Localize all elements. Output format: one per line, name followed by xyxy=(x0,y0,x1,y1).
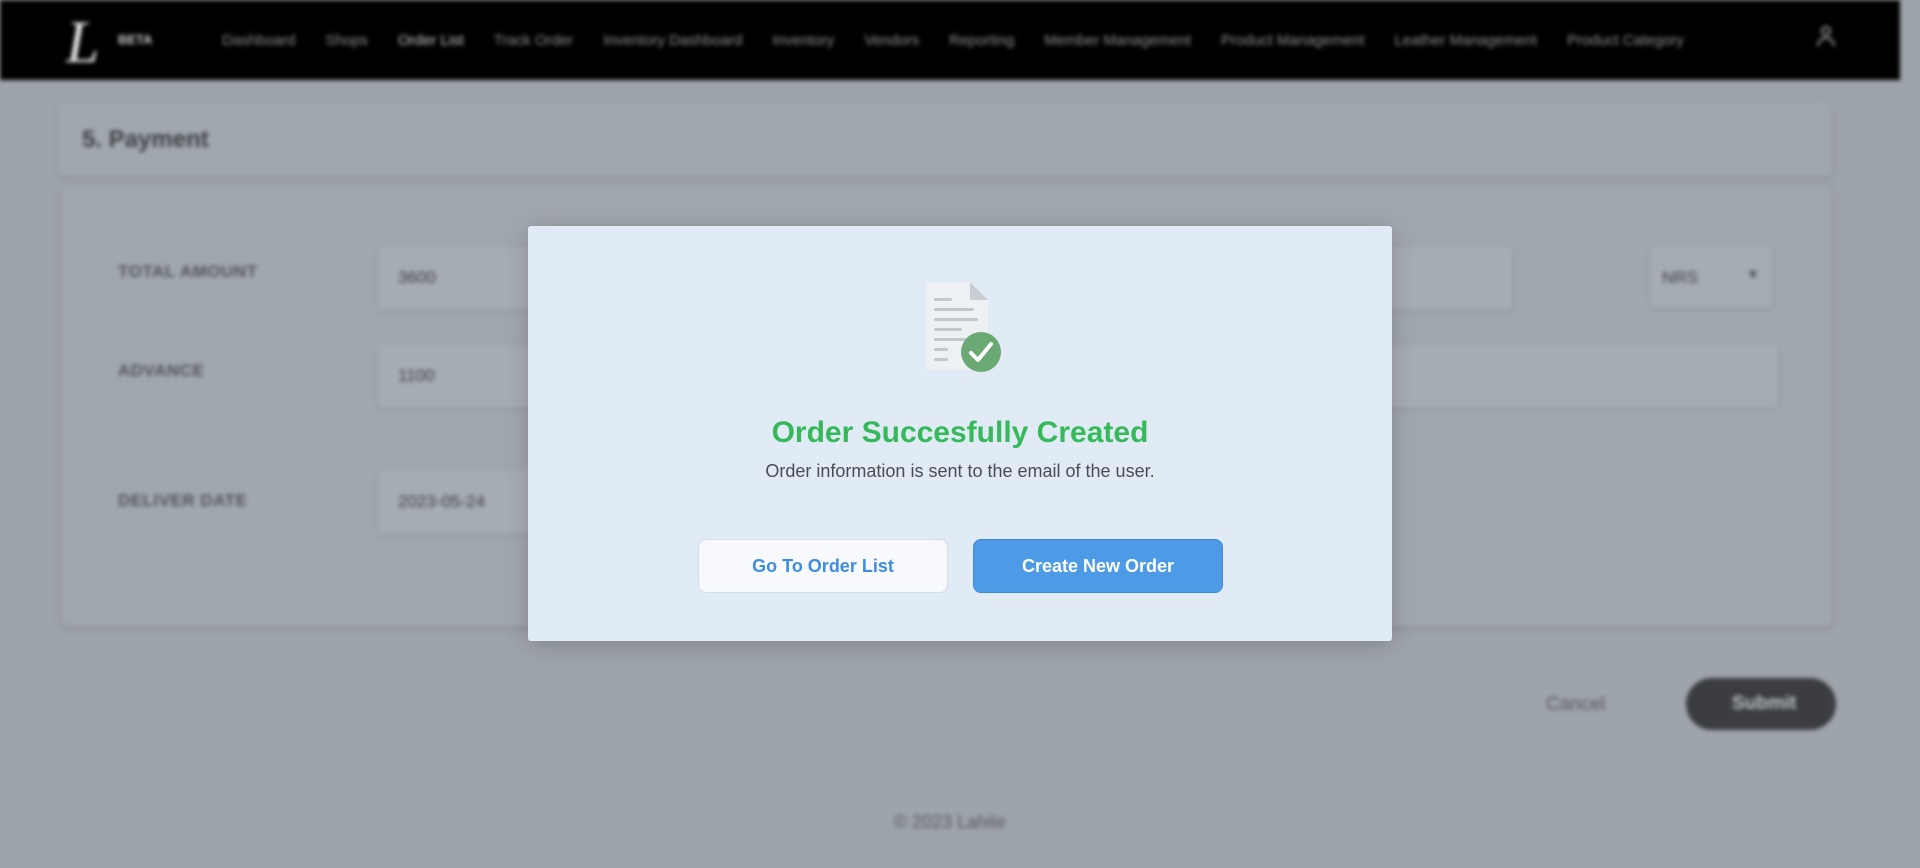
top-navbar: L BETA Dashboard Shops Order List Track … xyxy=(0,0,1900,80)
footer-copyright: © 2023 Lahite xyxy=(893,812,1007,832)
nav-item-reporting[interactable]: Reporting xyxy=(949,32,1014,49)
submit-label: Submit xyxy=(1732,693,1797,714)
modal-title: Order Succesfully Created xyxy=(771,416,1149,449)
nav-item-product-category[interactable]: Product Category xyxy=(1567,32,1684,49)
currency-select[interactable]: NRS ▼ xyxy=(1650,246,1772,308)
nav-item-leather-management[interactable]: Leather Management xyxy=(1394,32,1537,49)
currency-value: NRS xyxy=(1662,268,1698,287)
order-success-modal: Order Succesfully Created Order informat… xyxy=(528,226,1392,641)
document-check-icon xyxy=(926,282,1001,372)
main-nav: Dashboard Shops Order List Track Order I… xyxy=(222,0,1684,80)
advance-label: ADVANCE xyxy=(118,361,205,380)
logo-mark: L xyxy=(66,9,100,75)
nav-item-product-management[interactable]: Product Management xyxy=(1221,32,1364,49)
nav-item-inventory-dashboard[interactable]: Inventory Dashboard xyxy=(603,32,742,49)
section-title: 5. Payment xyxy=(82,126,209,153)
nav-item-dashboard[interactable]: Dashboard xyxy=(222,32,295,49)
create-new-order-button[interactable]: Create New Order xyxy=(973,539,1223,593)
section-header: 5. Payment xyxy=(58,102,1832,176)
go-to-order-list-button[interactable]: Go To Order List xyxy=(698,539,948,593)
nav-item-vendors[interactable]: Vendors xyxy=(864,32,919,49)
total-amount-value: 3600 xyxy=(398,268,436,287)
user-icon[interactable] xyxy=(1815,24,1837,48)
beta-badge: BETA xyxy=(118,32,153,47)
nav-item-shops[interactable]: Shops xyxy=(325,32,368,49)
brand-logo[interactable]: L BETA xyxy=(60,12,170,72)
nav-item-member-management[interactable]: Member Management xyxy=(1044,32,1191,49)
submit-button[interactable]: Submit xyxy=(1686,678,1836,730)
advance-value: 1100 xyxy=(398,366,435,385)
total-amount-label: TOTAL AMOUNT xyxy=(118,262,258,281)
chevron-down-icon: ▼ xyxy=(1746,266,1760,282)
deliver-date-label: DELIVER DATE xyxy=(118,491,248,510)
nav-item-order-list[interactable]: Order List xyxy=(398,32,464,49)
nav-item-inventory[interactable]: Inventory xyxy=(773,32,835,49)
modal-subtitle: Order information is sent to the email o… xyxy=(765,461,1155,481)
deliver-date-value: 2023-05-24 xyxy=(398,492,485,511)
nav-item-track-order[interactable]: Track Order xyxy=(494,32,573,49)
cancel-button[interactable]: Cancel xyxy=(1546,694,1605,716)
